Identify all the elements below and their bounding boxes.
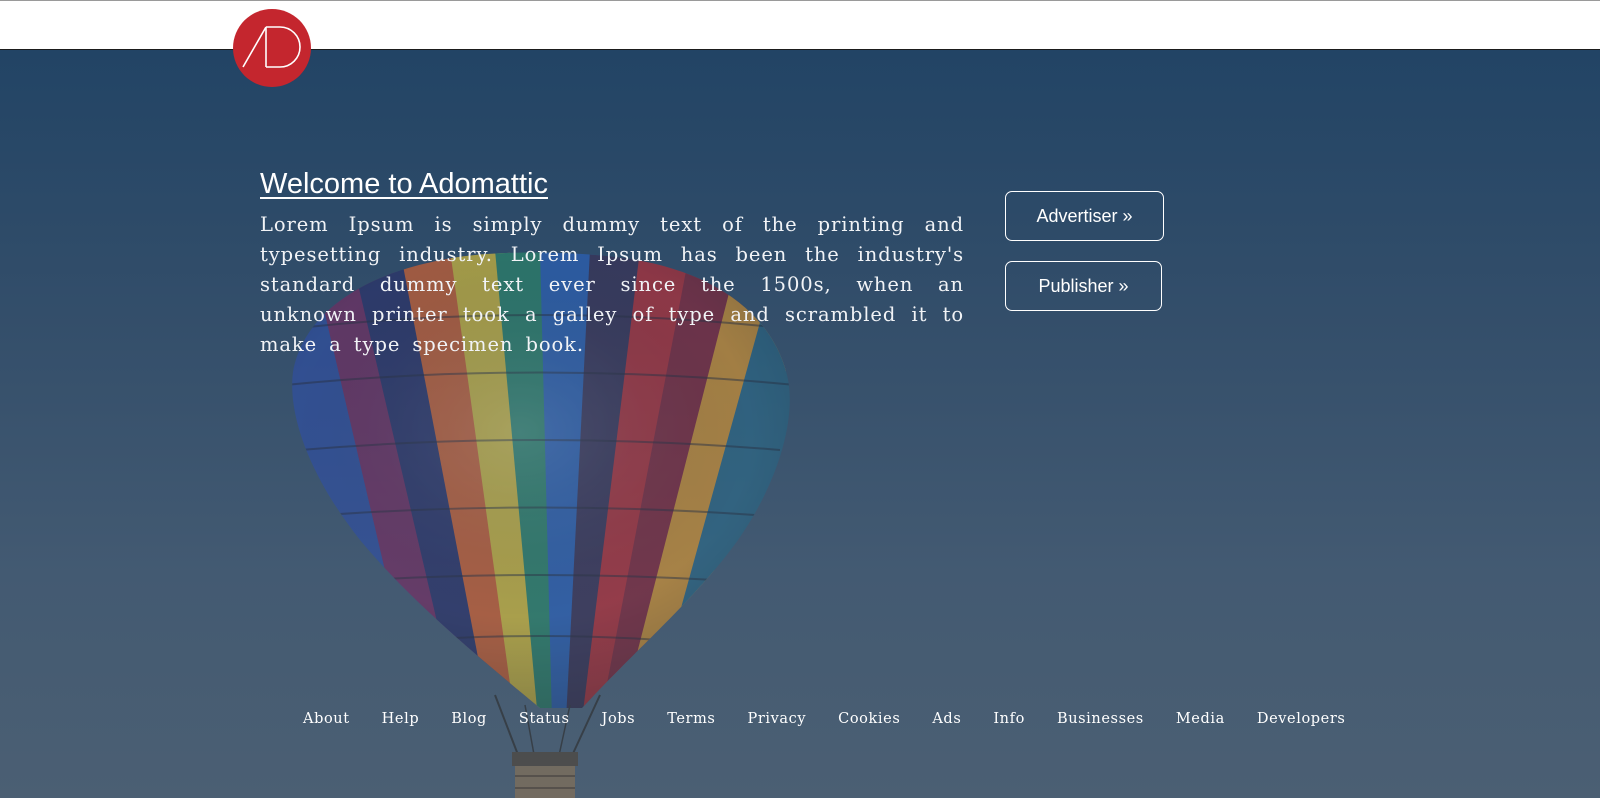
hero-section: [0, 50, 1600, 798]
welcome-heading: Welcome to Adomattic: [260, 168, 548, 200]
advertiser-button[interactable]: Advertiser »: [1005, 191, 1164, 241]
publisher-button[interactable]: Publisher »: [1005, 261, 1162, 311]
footer-link-privacy[interactable]: Privacy: [731, 707, 822, 731]
footer-link-help[interactable]: Help: [366, 707, 436, 731]
hot-air-balloon-image: [0, 50, 1600, 798]
footer-link-ads[interactable]: Ads: [916, 707, 977, 731]
footer-link-info[interactable]: Info: [977, 707, 1041, 731]
footer-link-blog[interactable]: Blog: [435, 707, 503, 731]
footer-link-terms[interactable]: Terms: [651, 707, 731, 731]
footer-link-businesses[interactable]: Businesses: [1041, 707, 1160, 731]
footer-link-media[interactable]: Media: [1160, 707, 1241, 731]
ad-logo-icon: [242, 26, 301, 68]
footer-link-jobs[interactable]: Jobs: [586, 707, 652, 731]
brand-logo[interactable]: [233, 9, 311, 87]
footer-link-status[interactable]: Status: [503, 707, 586, 731]
footer-link-about[interactable]: About: [287, 707, 366, 731]
footer-link-developers[interactable]: Developers: [1241, 707, 1362, 731]
footer-nav: About Help Blog Status Jobs Terms Privac…: [287, 707, 1361, 731]
footer-link-cookies[interactable]: Cookies: [822, 707, 916, 731]
welcome-description: Lorem Ipsum is simply dummy text of the …: [260, 213, 964, 356]
